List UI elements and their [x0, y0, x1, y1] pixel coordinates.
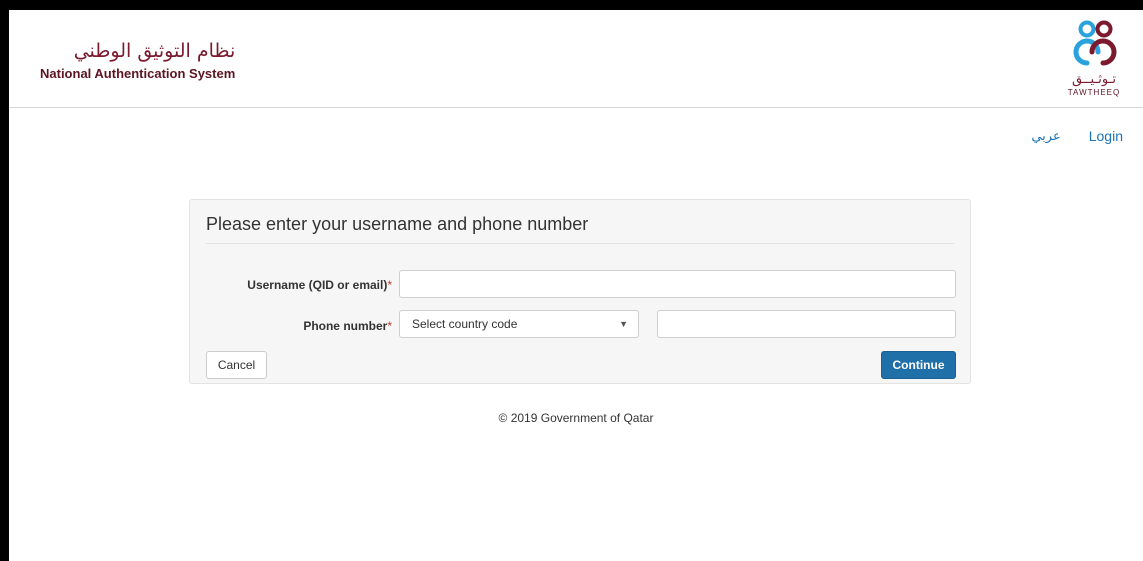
- language-arabic-link[interactable]: عربي: [1031, 129, 1060, 144]
- logo-text-arabic: تـوثـيــق: [1072, 72, 1116, 87]
- cancel-button[interactable]: Cancel: [206, 351, 267, 379]
- phone-label: Phone number*: [208, 319, 392, 333]
- login-form-panel: Please enter your username and phone num…: [189, 199, 971, 384]
- tawtheeq-logo: تـوثـيــق TAWTHEEQ: [1059, 20, 1129, 102]
- required-mark: *: [387, 319, 392, 333]
- form-title: Please enter your username and phone num…: [206, 214, 589, 234]
- brand-title-english: National Authentication System: [40, 66, 236, 81]
- site-header: نظام التوثيق الوطني National Authenticat…: [9, 10, 1143, 108]
- logo-text-english: TAWTHEEQ: [1067, 88, 1121, 97]
- brand: نظام التوثيق الوطني National Authenticat…: [40, 40, 235, 84]
- username-label: Username (QID or email)*: [208, 278, 392, 292]
- phone-label-text: Phone number: [303, 319, 388, 333]
- continue-button[interactable]: Continue: [881, 351, 956, 379]
- required-mark: *: [387, 278, 392, 292]
- phone-number-input[interactable]: [657, 310, 956, 338]
- footer-copyright: © 2019 Government of Qatar: [498, 411, 654, 425]
- app-window: نظام التوثيق الوطني National Authenticat…: [0, 0, 1143, 561]
- brand-title-arabic: نظام التوثيق الوطني: [73, 40, 236, 62]
- username-input[interactable]: [399, 270, 956, 298]
- country-code-select[interactable]: Select country code ▼: [399, 310, 639, 338]
- username-label-text: Username (QID or email): [247, 278, 388, 292]
- login-link[interactable]: Login: [1089, 128, 1123, 144]
- form-divider: [206, 243, 954, 244]
- country-code-selected: Select country code: [412, 317, 518, 331]
- top-nav: عربي Login: [1031, 128, 1123, 144]
- caret-down-icon: ▼: [619, 319, 628, 329]
- tawtheeq-logo-icon: [1073, 20, 1117, 66]
